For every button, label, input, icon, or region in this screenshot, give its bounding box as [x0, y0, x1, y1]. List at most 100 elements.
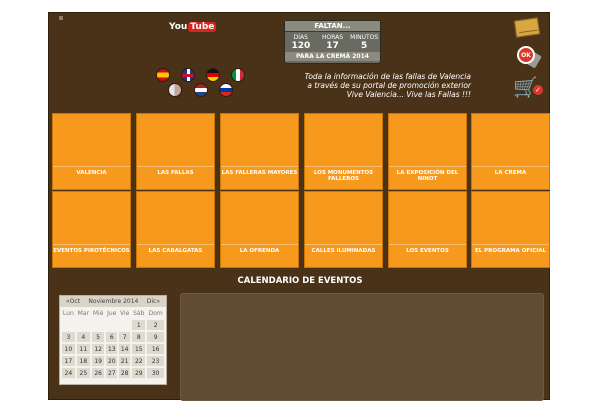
it-flag-icon[interactable]: [231, 68, 245, 82]
calendar-widget: «Oct Noviembre 2014 Dic» Lun Mar Mié Jue…: [59, 295, 167, 385]
tile-label: LAS CABALGATAS: [137, 244, 214, 254]
countdown-title: FALTAN...: [285, 21, 380, 32]
weekday: Sáb: [133, 310, 145, 317]
corner-mark: [59, 16, 63, 20]
calendar-day[interactable]: 7: [119, 332, 131, 342]
calendar-day[interactable]: 9: [147, 332, 164, 342]
tagline-line-1: Toda la información de las fallas de Val…: [304, 72, 471, 81]
calendar-day[interactable]: 22: [132, 356, 146, 366]
calendar-nav: «Oct Noviembre 2014 Dic»: [60, 296, 166, 307]
tile-label: EVENTOS PIROTÉCNICOS: [53, 244, 130, 254]
tile-label: CALLES ILUMINADAS: [305, 244, 382, 254]
tagline-line-2: a través de su portal de promoción exter…: [307, 81, 471, 90]
badge-icon[interactable]: OK: [517, 46, 535, 64]
tagline: Toda la información de las fallas de Val…: [289, 72, 471, 99]
envelope-icon[interactable]: [513, 17, 541, 38]
de-flag-icon[interactable]: [206, 68, 220, 82]
calendar-day[interactable]: 12: [91, 344, 105, 354]
calendar-day[interactable]: 29: [132, 368, 146, 378]
calendar-title: CALENDARIO DE EVENTOS: [237, 276, 363, 286]
tile-eventos-pirotecnicos[interactable]: EVENTOS PIROTÉCNICOS: [52, 191, 131, 268]
calendar-prev-button[interactable]: «Oct: [66, 298, 80, 305]
calendar-day[interactable]: 28: [119, 368, 131, 378]
uk-flag-icon[interactable]: [181, 68, 195, 82]
calendar-day[interactable]: 16: [147, 344, 164, 354]
calendar-day[interactable]: 11: [76, 344, 90, 354]
tile-monumentos[interactable]: LOS MONUMENTOS FALLEROS: [304, 113, 383, 190]
youtube-tube-text: Tube: [188, 22, 217, 32]
page-frame: You Tube FALTAN... DÍAS HORAS MINUTOS 12…: [48, 12, 550, 401]
calendar-day-empty: [77, 320, 90, 330]
fi-flag-icon[interactable]: [168, 83, 182, 97]
es-flag-icon[interactable]: [156, 68, 170, 82]
calendar-day[interactable]: 19: [91, 356, 105, 366]
calendar-day[interactable]: 10: [62, 344, 75, 354]
weekday: Jue: [107, 310, 117, 317]
countdown-label-minutes: MINUTOS: [350, 34, 379, 41]
calendar-day-empty: [119, 320, 130, 330]
calendar-day[interactable]: 1: [132, 320, 146, 330]
tile-label: LOS EVENTOS: [389, 244, 466, 254]
calendar-day[interactable]: 20: [106, 356, 118, 366]
tile-falleras-mayores[interactable]: LAS FALLERAS MAYORES: [220, 113, 299, 190]
calendar-day[interactable]: 15: [132, 344, 146, 354]
weekday: Vie: [119, 310, 130, 317]
tile-calles-iluminadas[interactable]: CALLES ILUMINADAS: [304, 191, 383, 268]
tile-label: EL PROGRAMA OFICIAL: [472, 244, 549, 254]
calendar-day[interactable]: 26: [91, 368, 105, 378]
calendar-day[interactable]: 17: [62, 356, 75, 366]
nl-flag-icon[interactable]: [194, 83, 208, 97]
calendar-week: 24 25 26 27 28 29 30: [62, 368, 164, 378]
calendar-day[interactable]: 6: [106, 332, 118, 342]
calendar-day[interactable]: 4: [76, 332, 90, 342]
calendar-days: 1 2 3 4 5 6 7 8 9 10 11 12 13 14 15 16 1…: [62, 320, 164, 378]
weekday: Mar: [77, 310, 89, 317]
tile-label: VALENCIA: [53, 166, 130, 176]
tile-label: LA OFRENDA: [221, 244, 298, 254]
youtube-you-text: You: [169, 22, 188, 32]
calendar-next-button[interactable]: Dic»: [147, 298, 160, 305]
calendar-day[interactable]: 3: [62, 332, 75, 342]
tile-label: LAS FALLERAS MAYORES: [221, 166, 298, 176]
tile-la-ofrenda[interactable]: LA OFRENDA: [220, 191, 299, 268]
calendar-day[interactable]: 24: [62, 368, 75, 378]
calendar-week: 3 4 5 6 7 8 9: [62, 332, 164, 342]
calendar-day[interactable]: 18: [76, 356, 90, 366]
calendar-day-empty: [62, 320, 75, 330]
calendar-day[interactable]: 13: [106, 344, 118, 354]
calendar-month-label: Noviembre 2014: [88, 298, 139, 305]
tile-programa-oficial[interactable]: EL PROGRAMA OFICIAL: [471, 191, 550, 268]
calendar-day[interactable]: 30: [147, 368, 164, 378]
calendar-day-empty: [92, 320, 104, 330]
tagline-line-3: Vive Valencia... Vive las Fallas !!!: [346, 90, 471, 99]
calendar-week: 17 18 19 20 21 22 23: [62, 356, 164, 366]
calendar-day[interactable]: 25: [76, 368, 90, 378]
countdown-label-days: DÍAS: [293, 34, 308, 41]
tile-los-eventos[interactable]: LOS EVENTOS: [388, 191, 467, 268]
ru-flag-icon[interactable]: [219, 83, 233, 97]
weekday: Dom: [148, 310, 163, 317]
calendar-grid: Lun Mar Mié Jue Vie Sáb Dom 1 2 3 4 5 6 …: [60, 307, 166, 380]
calendar-day[interactable]: 5: [91, 332, 105, 342]
calendar-day[interactable]: 27: [106, 368, 118, 378]
tile-valencia[interactable]: VALENCIA: [52, 113, 131, 190]
tile-la-crema[interactable]: LA CREMA: [471, 113, 550, 190]
calendar-day[interactable]: 14: [119, 344, 131, 354]
calendar-day[interactable]: 8: [132, 332, 146, 342]
tile-las-fallas[interactable]: LAS FALLAS: [136, 113, 215, 190]
calendar-weekdays: Lun Mar Mié Jue Vie Sáb Dom: [62, 309, 164, 318]
calendar-day-empty: [106, 320, 117, 330]
calendar-day[interactable]: 21: [119, 356, 131, 366]
countdown-days: 120: [291, 41, 311, 51]
youtube-link[interactable]: You Tube: [169, 19, 217, 35]
calendar-day[interactable]: 2: [147, 320, 164, 330]
tile-label: LOS MONUMENTOS FALLEROS: [305, 166, 382, 182]
tile-label: LA EXPOSICIÓN DEL NINOT: [389, 166, 466, 182]
countdown-minutes: 5: [361, 41, 368, 51]
calendar-day[interactable]: 23: [147, 356, 164, 366]
tile-exposicion-ninot[interactable]: LA EXPOSICIÓN DEL NINOT: [388, 113, 467, 190]
countdown-values: 120 17 5: [285, 41, 380, 51]
tile-cabalgatas[interactable]: LAS CABALGATAS: [136, 191, 215, 268]
calendar-week: 10 11 12 13 14 15 16: [62, 344, 164, 354]
countdown-label-hours: HORAS: [321, 34, 344, 41]
